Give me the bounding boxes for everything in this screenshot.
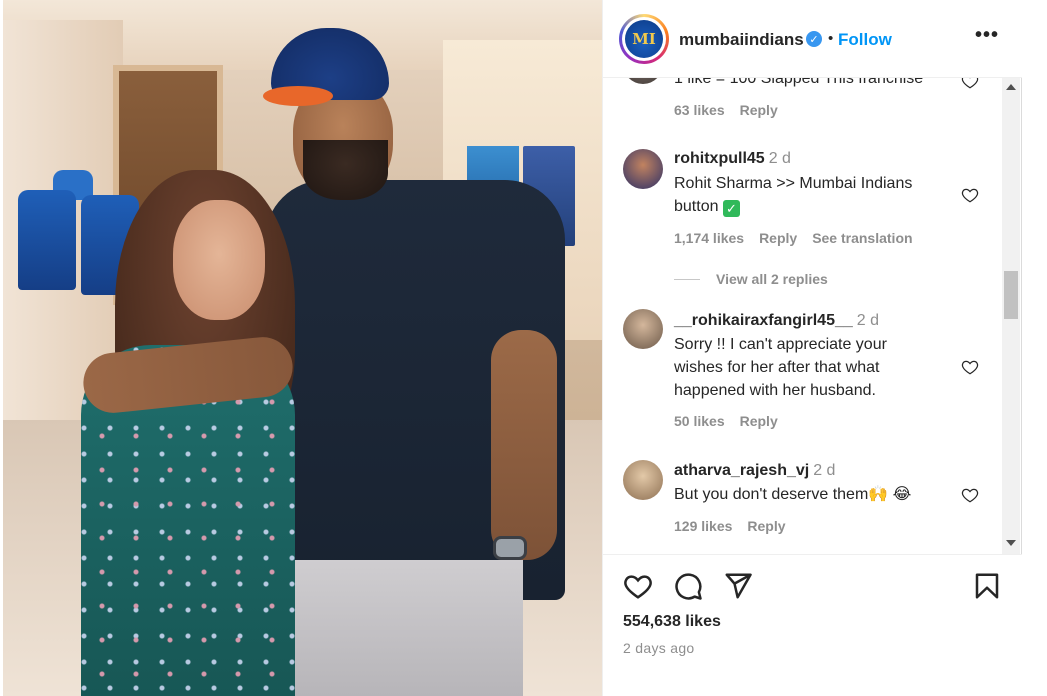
comment-username[interactable]: rohitxpull45	[674, 150, 765, 167]
commenter-avatar[interactable]	[623, 149, 663, 189]
bookmark-icon[interactable]	[972, 571, 1002, 601]
comment-meta: 63 likes Reply	[674, 102, 793, 118]
scroll-up-arrow-icon[interactable]	[1006, 84, 1016, 90]
post-photo[interactable]	[3, 0, 602, 696]
comment-likes[interactable]: 50 likes	[674, 413, 725, 429]
photo-watch	[493, 536, 527, 560]
scroll-thumb[interactable]	[1004, 271, 1018, 319]
photo-pants	[285, 560, 523, 696]
comment-text-part: button	[674, 198, 719, 215]
comment-likes[interactable]: 63 likes	[674, 102, 725, 118]
comment-likes[interactable]: 129 likes	[674, 518, 732, 534]
commenter-avatar[interactable]	[623, 460, 663, 500]
comment-username[interactable]: __rohikairaxfangirl45__	[674, 312, 853, 329]
team-logo-icon: MI	[625, 20, 663, 58]
verified-badge-icon: ✓	[806, 31, 822, 47]
comment-username[interactable]: atharva_rajesh_vj	[674, 462, 809, 479]
reply-button[interactable]: Reply	[747, 518, 785, 534]
check-emoji-icon: ✓	[722, 200, 740, 217]
reply-button[interactable]: Reply	[759, 230, 797, 246]
comment-text-line: wishes for her after that what	[674, 359, 880, 376]
follow-button[interactable]: Follow	[838, 30, 892, 50]
comment-time: 2 d	[856, 312, 880, 329]
post-timestamp: 2 days ago	[623, 640, 695, 656]
comment-meta: 1,174 likes Reply See translation	[674, 230, 928, 246]
reply-button[interactable]: Reply	[740, 413, 778, 429]
comment-text-line: happened with her husband.	[674, 382, 876, 399]
comment-header: __rohikairaxfangirl45__ 2 d	[674, 312, 879, 330]
separator-dot: •	[828, 30, 834, 47]
photo-man-arm	[491, 330, 557, 560]
comment-likes[interactable]: 1,174 likes	[674, 230, 744, 246]
more-options-button[interactable]: •••	[975, 24, 999, 47]
comment-icon[interactable]	[673, 571, 703, 601]
photo-cap-brim	[263, 86, 333, 106]
comment-time: 2 d	[813, 462, 836, 479]
post-side-panel: MI mumbaiindians ✓ • Follow ••• 1 like =…	[602, 0, 1022, 696]
avatar[interactable]: MI	[619, 14, 669, 64]
reply-button[interactable]: Reply	[740, 102, 778, 118]
like-comment-icon[interactable]	[961, 486, 979, 504]
comments-scrollbar[interactable]	[1002, 78, 1020, 554]
scroll-down-arrow-icon[interactable]	[1006, 540, 1016, 546]
comment-time: 2 d	[768, 150, 791, 167]
comment-text-line: Sorry !! I can't appreciate your	[674, 336, 887, 353]
comment-text-line: Rohit Sharma >> Mumbai Indians	[674, 175, 913, 192]
photo-beard	[303, 140, 388, 200]
photo-woman-face	[173, 200, 265, 320]
view-replies[interactable]: View all 2 replies	[674, 271, 828, 287]
post-likes-count[interactable]: 554,638 likes	[623, 613, 721, 631]
comments-list[interactable]: 1 like = 100 Slapped This franchise 63 l…	[603, 78, 1022, 554]
commenter-avatar[interactable]	[623, 309, 663, 349]
comment-text: But you don't deserve them🙌 😂	[674, 486, 912, 503]
see-translation-button[interactable]: See translation	[812, 230, 912, 246]
share-icon[interactable]	[723, 571, 753, 601]
commenter-avatar[interactable]	[623, 78, 663, 84]
photo-jersey	[18, 190, 76, 290]
like-comment-icon[interactable]	[961, 78, 979, 90]
post-header: MI mumbaiindians ✓ • Follow •••	[603, 0, 1022, 78]
post-username[interactable]: mumbaiindians	[679, 30, 804, 50]
comment-text: Sorry !! I can't appreciate your wishes …	[674, 333, 964, 402]
comment-text: 1 like = 100 Slapped This franchise	[674, 78, 924, 87]
view-replies-label: View all 2 replies	[716, 271, 828, 287]
comment-header: rohitxpull45 2 d	[674, 150, 791, 168]
comment-meta: 129 likes Reply	[674, 518, 801, 534]
comment-meta: 50 likes Reply	[674, 413, 793, 429]
like-comment-icon[interactable]	[961, 186, 979, 204]
comment-text-line: button ✓	[674, 195, 964, 218]
heart-icon[interactable]	[623, 571, 653, 601]
comment-text: Rohit Sharma >> Mumbai Indians button ✓	[674, 172, 964, 218]
like-comment-icon[interactable]	[961, 358, 979, 376]
replies-line	[674, 279, 700, 280]
avatar-inner: MI	[622, 17, 666, 61]
post-actions: 554,638 likes 2 days ago	[603, 554, 1022, 696]
comment-header: atharva_rajesh_vj 2 d	[674, 462, 835, 480]
